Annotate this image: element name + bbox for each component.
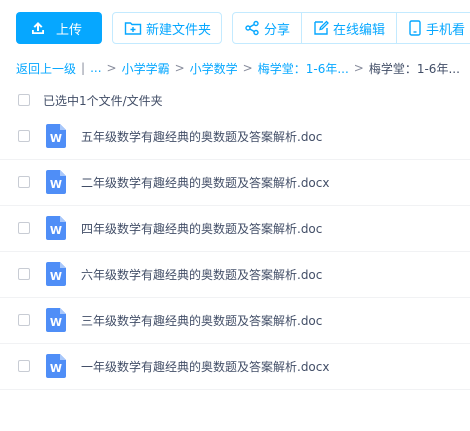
file-row[interactable]: W 二年级数学有趣经典的奥数题及答案解析.docx (0, 160, 470, 206)
breadcrumb-separator: > (174, 61, 185, 75)
new-folder-label: 新建文件夹 (146, 22, 212, 38)
phone-icon (408, 20, 422, 36)
mobile-view-button[interactable]: 手机看 (397, 13, 470, 43)
file-row[interactable]: W 六年级数学有趣经典的奥数题及答案解析.doc (0, 252, 470, 298)
row-checkbox[interactable] (18, 268, 30, 280)
online-edit-label: 在线编辑 (333, 22, 386, 38)
new-folder-button[interactable]: 新建文件夹 (112, 12, 222, 44)
svg-text:W: W (50, 270, 62, 283)
svg-text:W: W (50, 178, 62, 191)
share-label: 分享 (264, 22, 291, 38)
edit-icon (313, 20, 329, 36)
word-doc-icon: W (46, 216, 66, 240)
breadcrumb-item[interactable]: 小学数学 (190, 60, 238, 77)
file-name[interactable]: 一年级数学有趣经典的奥数题及答案解析.docx (81, 358, 329, 375)
selection-summary: 已选中1个文件/文件夹 (43, 93, 163, 108)
file-row[interactable]: W 五年级数学有趣经典的奥数题及答案解析.doc (0, 114, 470, 160)
word-doc-icon: W (46, 262, 66, 286)
file-row[interactable]: W 四年级数学有趣经典的奥数题及答案解析.doc (0, 206, 470, 252)
svg-text:W: W (50, 362, 62, 375)
breadcrumb-separator: > (106, 61, 117, 75)
row-checkbox[interactable] (18, 222, 30, 234)
breadcrumb-item[interactable]: 梅学堂：1-6年... (258, 60, 349, 77)
mobile-view-label: 手机看 (426, 22, 466, 38)
file-actions-group: 分享 在线编辑 手机看 (232, 12, 470, 44)
breadcrumb: 返回上一级 | ... > 小学学霸 > 小学数学 > 梅学堂：1-6年... … (16, 60, 460, 76)
upload-label: 上传 (56, 22, 83, 38)
svg-text:W: W (50, 224, 62, 237)
word-doc-icon: W (46, 308, 66, 332)
file-name[interactable]: 五年级数学有趣经典的奥数题及答案解析.doc (81, 128, 322, 145)
svg-text:W: W (50, 132, 62, 145)
word-doc-icon: W (46, 170, 66, 194)
row-checkbox[interactable] (18, 314, 30, 326)
select-all-checkbox[interactable] (18, 94, 30, 106)
breadcrumb-back[interactable]: 返回上一级 (16, 60, 76, 77)
share-icon (244, 20, 260, 36)
breadcrumb-ellipsis[interactable]: ... (90, 61, 101, 75)
file-name[interactable]: 三年级数学有趣经典的奥数题及答案解析.doc (81, 312, 322, 329)
word-doc-icon: W (46, 124, 66, 148)
file-row[interactable]: W 三年级数学有趣经典的奥数题及答案解析.doc (0, 298, 470, 344)
row-checkbox[interactable] (18, 176, 30, 188)
toolbar: 上传 新建文件夹 分享 在线编辑 手机看 (0, 0, 470, 60)
online-edit-button[interactable]: 在线编辑 (302, 13, 396, 43)
breadcrumb-current: 梅学堂：1-6年... (368, 61, 460, 76)
row-checkbox[interactable] (18, 130, 30, 142)
file-name[interactable]: 四年级数学有趣经典的奥数题及答案解析.doc (81, 220, 322, 237)
svg-text:W: W (50, 316, 62, 329)
upload-button[interactable]: 上传 (16, 12, 102, 44)
word-doc-icon: W (46, 354, 66, 378)
share-button[interactable]: 分享 (233, 13, 301, 43)
folder-plus-icon (124, 20, 142, 36)
row-checkbox[interactable] (18, 360, 30, 372)
breadcrumb-separator: | (81, 61, 86, 75)
selection-header: 已选中1个文件/文件夹 (0, 88, 470, 112)
file-list: W 五年级数学有趣经典的奥数题及答案解析.doc W 二年级数学有趣经典的奥数题… (0, 114, 470, 390)
breadcrumb-separator: > (353, 61, 364, 75)
breadcrumb-item[interactable]: 小学学霸 (122, 60, 170, 77)
breadcrumb-separator: > (242, 61, 253, 75)
file-name[interactable]: 六年级数学有趣经典的奥数题及答案解析.doc (81, 266, 322, 283)
file-row[interactable]: W 一年级数学有趣经典的奥数题及答案解析.docx (0, 344, 470, 390)
file-name[interactable]: 二年级数学有趣经典的奥数题及答案解析.docx (81, 174, 329, 191)
upload-icon (30, 20, 46, 36)
